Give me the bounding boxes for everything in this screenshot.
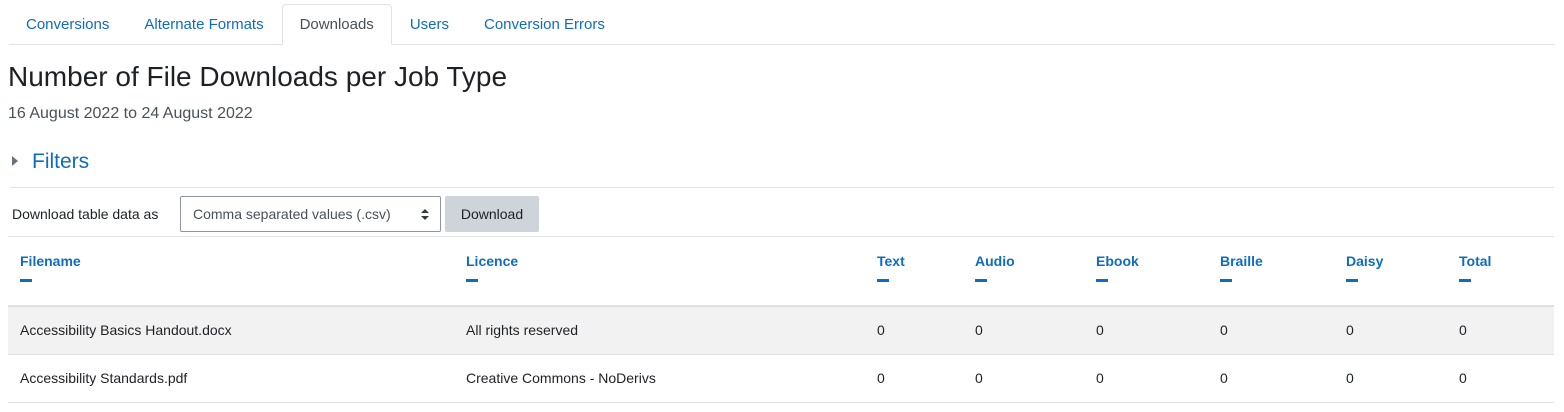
tab-alternate-formats[interactable]: Alternate Formats [127, 4, 280, 44]
cell-licence: All rights reserved [454, 306, 865, 355]
filters-label[interactable]: Filters [32, 150, 89, 174]
column-header-ebook: Ebook [1084, 238, 1208, 307]
minus-icon[interactable] [1096, 279, 1108, 282]
cell-daisy: 0 [1334, 354, 1447, 403]
tab-downloads[interactable]: Downloads [281, 4, 392, 45]
minus-icon[interactable] [1346, 279, 1358, 282]
download-format-value: Comma separated values (.csv) [193, 206, 391, 222]
download-format-select[interactable]: Comma separated values (.csv) [180, 196, 441, 232]
column-header-daisy: Daisy [1334, 238, 1447, 307]
cell-audio: 0 [963, 354, 1084, 403]
column-header-text: Text [865, 238, 963, 307]
filters-toggle[interactable]: Filters [10, 147, 1554, 188]
cell-braille: 0 [1208, 354, 1334, 403]
tab-conversion-errors[interactable]: Conversion Errors [467, 4, 622, 44]
column-header-filename: Filename [8, 238, 454, 307]
cell-ebook: 0 [1084, 306, 1208, 355]
cell-braille: 0 [1208, 306, 1334, 355]
cell-text: 0 [865, 354, 963, 403]
minus-icon[interactable] [975, 279, 987, 282]
minus-icon[interactable] [20, 279, 32, 282]
table-row: Accessibility Basics Handout.docx All ri… [8, 306, 1554, 355]
cell-total: 0 [1447, 306, 1554, 355]
table-header-row: Filename Licence Text Audio Ebook Braill… [8, 238, 1554, 307]
minus-icon[interactable] [877, 279, 889, 282]
cell-text: 0 [865, 306, 963, 355]
sort-braille-link[interactable]: Braille [1220, 252, 1322, 270]
minus-icon[interactable] [466, 279, 478, 282]
cell-ebook: 0 [1084, 354, 1208, 403]
cell-licence: Creative Commons - NoDerivs [454, 354, 865, 403]
column-header-licence: Licence [454, 238, 865, 307]
minus-icon[interactable] [1459, 279, 1471, 282]
sort-licence-link[interactable]: Licence [466, 252, 853, 270]
date-range: 16 August 2022 to 24 August 2022 [8, 105, 253, 122]
download-format-label: Download table data as [12, 206, 159, 222]
page-title: Number of File Downloads per Job Type [8, 61, 508, 92]
sort-filename-link[interactable]: Filename [20, 252, 442, 270]
minus-icon[interactable] [1220, 279, 1232, 282]
column-header-audio: Audio [963, 238, 1084, 307]
cell-daisy: 0 [1334, 306, 1447, 355]
sort-daisy-link[interactable]: Daisy [1346, 252, 1435, 270]
cell-filename: Accessibility Basics Handout.docx [8, 306, 454, 355]
table-row: Accessibility Standards.pdf Creative Com… [8, 354, 1554, 403]
download-button[interactable]: Download [445, 196, 539, 232]
downloads-table: Filename Licence Text Audio Ebook Braill… [8, 238, 1554, 403]
tab-conversions[interactable]: Conversions [9, 4, 126, 44]
cell-audio: 0 [963, 306, 1084, 355]
sort-total-link[interactable]: Total [1459, 252, 1542, 270]
sort-audio-link[interactable]: Audio [975, 252, 1072, 270]
download-toolbar: Download table data as Comma separated v… [8, 188, 1554, 237]
sort-ebook-link[interactable]: Ebook [1096, 252, 1196, 270]
cell-filename: Accessibility Standards.pdf [8, 354, 454, 403]
column-header-braille: Braille [1208, 238, 1334, 307]
sort-text-link[interactable]: Text [877, 252, 951, 270]
up-down-arrow-icon [421, 209, 429, 221]
tab-users[interactable]: Users [393, 4, 466, 44]
cell-total: 0 [1447, 354, 1554, 403]
column-header-total: Total [1447, 238, 1554, 307]
caret-right-icon [12, 156, 18, 166]
tab-navigation: Conversions Alternate Formats Downloads … [9, 4, 1555, 45]
